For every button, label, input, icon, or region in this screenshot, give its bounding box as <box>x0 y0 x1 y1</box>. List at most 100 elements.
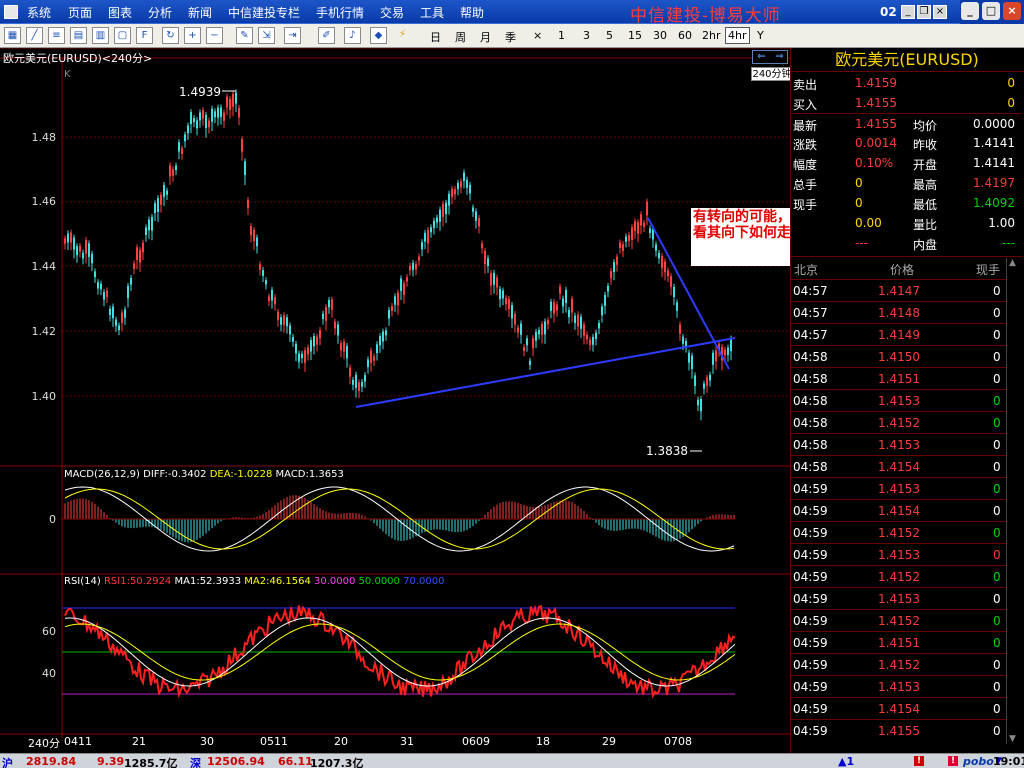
tick-row[interactable]: 04:58 1.4151 0 <box>790 367 1006 389</box>
period-month[interactable]: 月 <box>480 29 491 45</box>
maximize-icon[interactable]: □ <box>982 2 1000 20</box>
candle-body <box>88 243 90 257</box>
period-quarter[interactable]: 季 <box>505 29 516 45</box>
inner-minimize-icon[interactable]: _ <box>901 5 915 19</box>
menu-broker-column[interactable]: 中信建投专栏 <box>228 4 300 21</box>
menu-tools[interactable]: 工具 <box>420 4 444 21</box>
draw-line-icon[interactable]: ✎ <box>236 27 253 44</box>
tick-scrollbar[interactable]: ▲ ▼ <box>1006 258 1022 744</box>
period-day[interactable]: 日 <box>430 29 441 45</box>
period-4hr[interactable]: 4hr <box>725 27 750 44</box>
color-icon[interactable]: ◆ <box>370 27 387 44</box>
menu-news[interactable]: 新闻 <box>188 4 212 21</box>
candle-body <box>451 188 453 198</box>
quote-label: 幅度 <box>793 158 818 172</box>
edit-icon[interactable]: ✐ <box>318 27 335 44</box>
scroll-left-icon[interactable]: ⇐ <box>753 51 770 63</box>
tick-row[interactable]: 04:59 1.4154 0 <box>790 697 1006 719</box>
scroll-down-icon[interactable]: ▼ <box>1009 734 1016 744</box>
period-week[interactable]: 周 <box>455 29 466 45</box>
list-icon[interactable]: ≡ <box>48 27 65 44</box>
export-icon[interactable]: ⇲ <box>258 27 275 44</box>
tick-price: 1.4154 <box>878 504 920 518</box>
tick-row[interactable]: 04:59 1.4152 0 <box>790 521 1006 543</box>
candle-body <box>403 283 405 295</box>
zoom-out-icon[interactable]: − <box>206 27 223 44</box>
tick-row[interactable]: 04:59 1.4153 0 <box>790 477 1006 499</box>
alert-indicator[interactable]: ▲1 <box>838 755 854 768</box>
refresh-icon[interactable]: ↻ <box>162 27 179 44</box>
candle-body <box>547 320 549 325</box>
tick-row[interactable]: 04:58 1.4152 0 <box>790 411 1006 433</box>
menu-page[interactable]: 页面 <box>68 4 92 21</box>
tick-row[interactable]: 04:58 1.4154 0 <box>790 455 1006 477</box>
menu-chart[interactable]: 图表 <box>108 4 132 21</box>
grid-icon[interactable]: ▤ <box>70 27 87 44</box>
period-60min[interactable]: 60 <box>678 29 692 42</box>
period-30min[interactable]: 30 <box>653 29 667 42</box>
close-icon[interactable]: × <box>1003 2 1021 20</box>
period-15min[interactable]: 15 <box>628 29 642 42</box>
candle-body <box>412 262 414 270</box>
tick-row[interactable]: 04:59 1.4152 0 <box>790 653 1006 675</box>
zoom-in-icon[interactable]: + <box>184 27 201 44</box>
trendline-support[interactable] <box>355 337 736 408</box>
scroll-up-icon[interactable]: ▲ <box>1009 258 1016 268</box>
menu-analysis[interactable]: 分析 <box>148 4 172 21</box>
candle-body <box>115 319 117 326</box>
tick-row[interactable]: 04:58 1.4150 0 <box>790 345 1006 367</box>
inner-restore-icon[interactable]: ❐ <box>917 5 931 19</box>
tick-header-price: 价格 <box>890 263 915 277</box>
period-2hr[interactable]: 2hr <box>702 29 721 42</box>
tick-row[interactable]: 04:58 1.4153 0 <box>790 389 1006 411</box>
chart-nav-arrows: ⇐ ⇒ <box>752 50 788 64</box>
tick-price: 1.4153 <box>878 438 920 452</box>
candle-body <box>466 179 468 188</box>
f10-icon[interactable]: F <box>136 27 153 44</box>
menu-help[interactable]: 帮助 <box>460 4 484 21</box>
x-axis-label: 29 <box>602 735 616 748</box>
bar-chart-icon[interactable]: ▦ <box>4 27 21 44</box>
lightning-icon[interactable]: ⚡ <box>394 27 411 44</box>
tick-row[interactable]: 04:57 1.4149 0 <box>790 323 1006 345</box>
import-icon[interactable]: ⇥ <box>284 27 301 44</box>
menu-trade[interactable]: 交易 <box>380 4 404 21</box>
tick-row[interactable]: 04:59 1.4154 0 <box>790 499 1006 521</box>
quote-row: 总手 0 最高 1.4197 <box>793 173 1021 193</box>
inner-close-icon[interactable]: × <box>933 5 947 19</box>
tick-row[interactable]: 04:59 1.4155 0 <box>790 719 1006 741</box>
tick-header-volume: 现手 <box>976 263 1001 277</box>
candle-body <box>640 214 642 226</box>
tick-row[interactable]: 04:59 1.4151 0 <box>790 631 1006 653</box>
candle-body <box>130 278 132 285</box>
tick-row[interactable]: 04:59 1.4152 0 <box>790 609 1006 631</box>
tick-row[interactable]: 04:57 1.4148 0 <box>790 301 1006 323</box>
period-3min[interactable]: 3 <box>583 29 590 42</box>
tick-row[interactable]: 04:58 1.4153 0 <box>790 433 1006 455</box>
menu-mobile-quotes[interactable]: 手机行情 <box>316 4 364 21</box>
candle-body <box>628 234 630 241</box>
window-icon[interactable]: ▢ <box>114 27 131 44</box>
table-icon[interactable]: ▥ <box>92 27 109 44</box>
tick-row[interactable]: 04:59 1.4153 0 <box>790 587 1006 609</box>
price-chart-canvas[interactable] <box>0 48 790 753</box>
tick-row[interactable]: 04:57 1.4147 0 <box>790 279 1006 301</box>
tick-row[interactable]: 04:59 1.4152 0 <box>790 565 1006 587</box>
period-5min[interactable]: 5 <box>606 29 613 42</box>
period-1min[interactable]: 1 <box>558 29 565 42</box>
tick-price: 1.4151 <box>878 372 920 386</box>
rsi-axis-label: 40 <box>42 667 56 680</box>
candle-body <box>550 301 552 311</box>
period-close[interactable]: × <box>533 29 542 42</box>
rsi-ma1: MA1:52.3933 <box>174 576 242 587</box>
scroll-right-icon[interactable]: ⇒ <box>771 51 788 63</box>
period-year[interactable]: Y <box>757 29 764 42</box>
tick-row[interactable]: 04:59 1.4153 0 <box>790 543 1006 565</box>
tick-row[interactable]: 04:59 1.4153 0 <box>790 675 1006 697</box>
minimize-icon[interactable]: _ <box>961 2 979 20</box>
menu-system[interactable]: 系统 <box>27 4 51 21</box>
app-icon[interactable] <box>4 5 18 19</box>
line-chart-icon[interactable]: ╱ <box>26 27 43 44</box>
chart-panel[interactable]: 欧元美元(EURUSD)<240分> K 1.48 1.46 1.44 1.42… <box>0 48 790 753</box>
alert-bell-icon[interactable]: ♪ <box>344 27 361 44</box>
